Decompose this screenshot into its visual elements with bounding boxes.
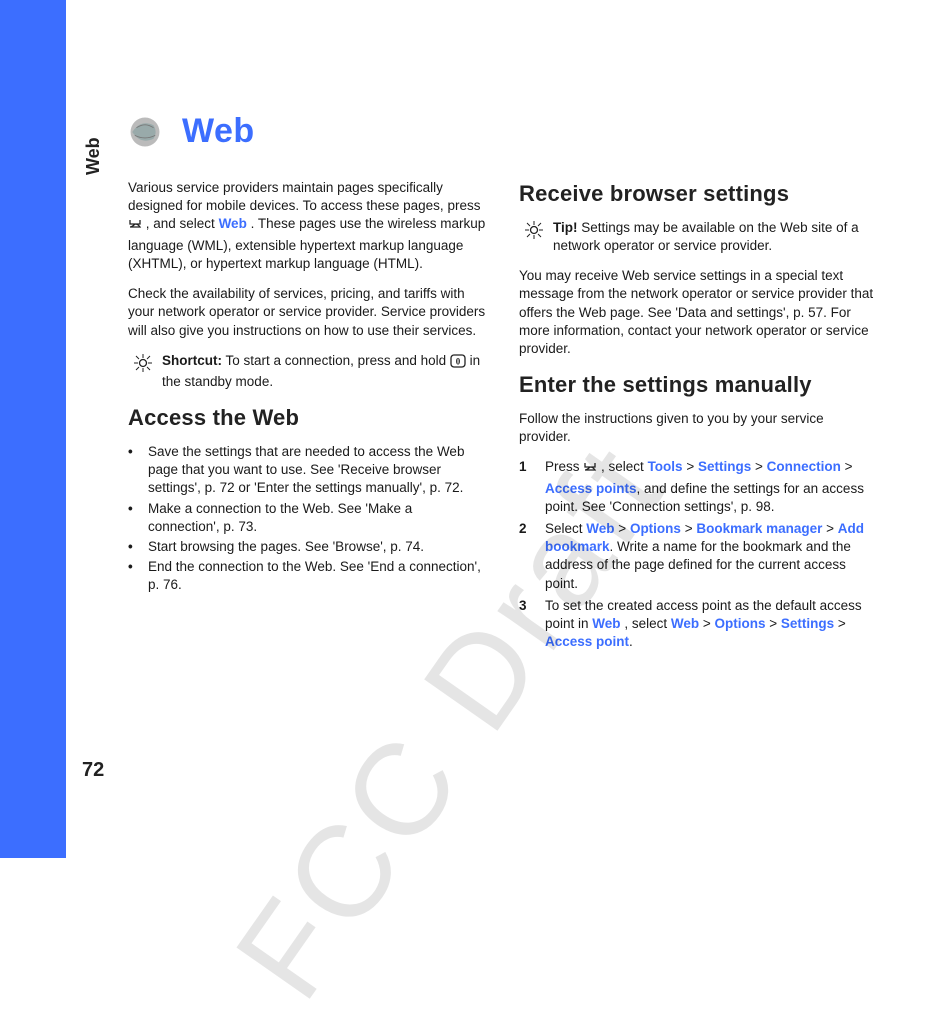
list-item: Make a connection to the Web. See 'Make … <box>148 500 487 536</box>
link-options[interactable]: Options <box>630 521 681 536</box>
receive-paragraph: You may receive Web service settings in … <box>519 267 878 358</box>
link-access-points[interactable]: Access points <box>545 481 637 496</box>
list-item: Press , select Tools > Settings > Connec… <box>545 458 878 516</box>
manual-steps-list: 1 Press , select Tools > Settings > Conn… <box>519 458 878 651</box>
text: , select <box>601 459 648 474</box>
text: > <box>841 459 853 474</box>
text: > <box>615 521 630 536</box>
link-connection[interactable]: Connection <box>767 459 841 474</box>
list-item: End the connection to the Web. See 'End … <box>148 558 487 594</box>
list-item: Start browsing the pages. See 'Browse', … <box>148 538 424 556</box>
link-settings[interactable]: Settings <box>698 459 751 474</box>
shortcut-callout: Shortcut: To start a connection, press a… <box>128 352 487 391</box>
step-number: 3 <box>519 597 535 652</box>
step-number: 2 <box>519 520 535 593</box>
heading-enter-manually: Enter the settings manually <box>519 370 878 400</box>
tip-icon <box>525 221 545 255</box>
list-item: Select Web > Options > Bookmark manager … <box>545 520 878 593</box>
text: > <box>683 459 698 474</box>
link-web[interactable]: Web <box>671 616 699 631</box>
text: , select <box>624 616 671 631</box>
link-settings[interactable]: Settings <box>781 616 834 631</box>
list-item: To set the created access point as the d… <box>545 597 878 652</box>
menu-key-icon <box>583 460 597 479</box>
text: Various service providers maintain pages… <box>128 180 480 213</box>
left-column: Various service providers maintain pages… <box>128 179 487 664</box>
globe-icon <box>128 115 162 149</box>
text: > <box>681 521 696 536</box>
text: , and select <box>146 216 219 231</box>
link-access-point[interactable]: Access point <box>545 634 629 649</box>
shortcut-label: Shortcut: <box>162 353 222 368</box>
follow-instructions: Follow the instructions given to you by … <box>519 410 878 446</box>
link-web[interactable]: Web <box>592 616 620 631</box>
svg-text:0: 0 <box>456 356 461 366</box>
text: > <box>699 616 714 631</box>
sidebar <box>0 0 66 858</box>
zero-key-icon: 0 <box>450 354 466 373</box>
link-web[interactable]: Web <box>219 216 247 231</box>
text: Select <box>545 521 586 536</box>
page-number: 72 <box>82 759 104 782</box>
intro-paragraph-2: Check the availability of services, pric… <box>128 285 487 340</box>
link-tools[interactable]: Tools <box>648 459 683 474</box>
tip-callout: Tip! Settings may be available on the We… <box>519 219 878 255</box>
link-bookmark-manager[interactable]: Bookmark manager <box>696 521 822 536</box>
intro-paragraph-1: Various service providers maintain pages… <box>128 179 487 273</box>
step-number: 1 <box>519 458 535 516</box>
text: > <box>766 616 781 631</box>
text: > <box>751 459 766 474</box>
section-tab-label: Web <box>83 137 104 175</box>
access-web-list: Save the settings that are needed to acc… <box>128 443 487 595</box>
link-web[interactable]: Web <box>586 521 614 536</box>
text: > <box>834 616 846 631</box>
page-content: Web Various service providers maintain p… <box>128 112 878 664</box>
list-item: Save the settings that are needed to acc… <box>148 443 487 498</box>
link-options[interactable]: Options <box>715 616 766 631</box>
text: > <box>822 521 837 536</box>
heading-receive-settings: Receive browser settings <box>519 179 878 209</box>
page-title: Web <box>182 112 255 151</box>
heading-access-web: Access the Web <box>128 403 487 433</box>
text: Press <box>545 459 583 474</box>
text: Settings may be available on the Web sit… <box>553 220 859 253</box>
right-column: Receive browser settings <box>519 179 878 664</box>
text: To start a connection, press and hold <box>222 353 450 368</box>
tip-label: Tip! <box>553 220 578 235</box>
text: . <box>629 634 633 649</box>
tip-icon <box>134 354 154 391</box>
menu-key-icon <box>128 217 142 236</box>
title-row: Web <box>128 112 878 151</box>
